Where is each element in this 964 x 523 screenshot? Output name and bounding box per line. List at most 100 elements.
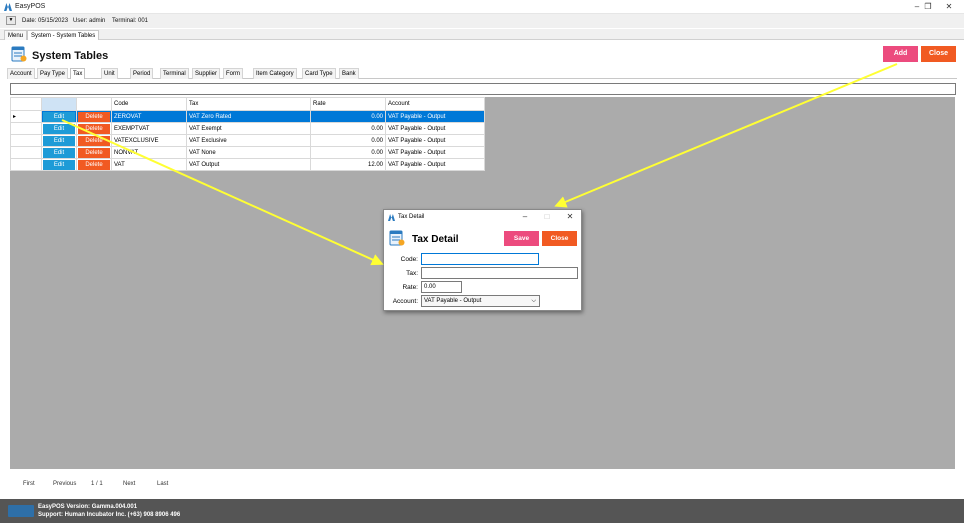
rate-input[interactable]: 0.00	[421, 281, 462, 293]
restore-icon[interactable]: ❐	[921, 1, 935, 13]
tab-terminal[interactable]: Terminal	[160, 68, 189, 79]
delete-button[interactable]: Delete	[78, 159, 110, 170]
cell-tax: VAT Exempt	[186, 122, 311, 135]
search-input[interactable]	[10, 83, 956, 95]
pager-page-indicator: 1 / 1	[91, 481, 103, 487]
tab-pay-type[interactable]: Pay Type	[37, 68, 68, 79]
row-header	[10, 146, 42, 159]
user-label: User: admin	[73, 18, 106, 24]
dialog-window-title: Tax Detail	[398, 214, 425, 220]
tax-input[interactable]	[421, 267, 578, 279]
close-icon[interactable]: ✕	[564, 212, 576, 221]
document-tab-strip	[0, 29, 964, 40]
dialog-close-button[interactable]: Close	[542, 231, 577, 246]
row-header	[10, 134, 42, 147]
account-label: Account:	[392, 298, 418, 305]
delete-button[interactable]: Delete	[78, 123, 110, 134]
edit-button[interactable]: Edit	[43, 159, 75, 170]
delete-button[interactable]: Delete	[78, 111, 110, 122]
cell-tax: VAT Output	[186, 158, 311, 171]
cell-rate: 0.00	[310, 146, 386, 159]
table-row[interactable]: Edit Delete VATEXCLUSIVE VAT Exclusive 0…	[10, 134, 485, 147]
close-button[interactable]: Close	[921, 46, 956, 62]
dialog-heading: Tax Detail	[412, 234, 459, 245]
cell-code: NONVAT	[111, 146, 187, 159]
table-document-icon	[389, 230, 405, 246]
chevron-down-icon: ⌵	[531, 298, 536, 304]
footer-support: Support: Human Incubator Inc. (+63) 908 …	[38, 512, 181, 518]
cell-rate: 0.00	[310, 110, 386, 123]
pager-previous[interactable]: Previous	[53, 481, 76, 487]
tab-unit[interactable]: Unit	[101, 68, 118, 79]
delete-column-header	[76, 97, 112, 111]
window-titlebar: EasyPOS – ❐ ✕	[0, 0, 964, 14]
column-header-tax[interactable]: Tax	[186, 97, 311, 111]
cell-account: VAT Payable - Output	[385, 146, 485, 159]
close-icon[interactable]: ✕	[942, 1, 956, 13]
cell-rate: 0.00	[310, 134, 386, 147]
column-header-rate[interactable]: Rate	[310, 97, 386, 111]
cell-account: VAT Payable - Output	[385, 110, 485, 123]
cell-account: VAT Payable - Output	[385, 134, 485, 147]
edit-column-header	[41, 97, 77, 111]
tab-period[interactable]: Period	[130, 68, 154, 79]
tab-tax[interactable]: Tax	[70, 68, 86, 79]
terminal-label: Terminal: 001	[112, 18, 149, 24]
tax-grid: Code Tax Rate Account ▸ Edit Delete ZERO…	[10, 97, 485, 171]
delete-button[interactable]: Delete	[78, 135, 110, 146]
pager-first[interactable]: First	[23, 481, 35, 487]
tab-bank[interactable]: Bank	[339, 68, 359, 79]
tab-card-type[interactable]: Card Type	[302, 68, 336, 79]
cell-rate: 12.00	[310, 158, 386, 171]
add-button[interactable]: Add	[883, 46, 918, 62]
minimize-icon[interactable]: –	[519, 212, 531, 221]
table-row[interactable]: Edit Delete NONVAT VAT None 0.00 VAT Pay…	[10, 146, 485, 159]
rate-label: Rate:	[402, 284, 418, 291]
tab-system-tables[interactable]: System - System Tables	[27, 30, 100, 40]
tab-supplier[interactable]: Supplier	[192, 68, 221, 79]
edit-button[interactable]: Edit	[43, 147, 75, 158]
menu-dropdown-button[interactable]: ▼	[6, 16, 16, 25]
status-footer	[0, 499, 964, 523]
easypos-logo-icon	[388, 214, 395, 221]
company-logo-icon	[8, 505, 34, 517]
account-select[interactable]: VAT Payable - Output ⌵	[421, 295, 540, 307]
cell-tax: VAT None	[186, 146, 311, 159]
cell-rate: 0.00	[310, 122, 386, 135]
row-header	[10, 158, 42, 171]
code-label: Code:	[400, 256, 418, 263]
tab-form[interactable]: Form	[223, 68, 243, 79]
tab-account[interactable]: Account	[7, 68, 35, 79]
cell-code: EXEMPTVAT	[111, 122, 187, 135]
delete-button[interactable]: Delete	[78, 147, 110, 158]
pager-next[interactable]: Next	[123, 481, 135, 487]
cell-tax: VAT Exclusive	[186, 134, 311, 147]
maximize-icon: □	[544, 212, 550, 221]
column-header-account[interactable]: Account	[385, 97, 485, 111]
tab-menu[interactable]: Menu	[4, 30, 28, 40]
easypos-logo-icon	[4, 3, 12, 11]
cell-code: VATEXCLUSIVE	[111, 134, 187, 147]
tab-item-category[interactable]: Item Category	[253, 68, 297, 79]
tax-label: Tax:	[406, 270, 418, 277]
edit-button[interactable]: Edit	[43, 123, 75, 134]
cell-code: ZEROVAT	[111, 110, 187, 123]
table-row[interactable]: ▸ Edit Delete ZEROVAT VAT Zero Rated 0.0…	[10, 110, 485, 123]
row-marker: ▸	[10, 110, 42, 123]
column-header-code[interactable]: Code	[111, 97, 187, 111]
tax-detail-dialog: Tax Detail – □ ✕ Tax Detail Save Close C…	[383, 209, 582, 311]
account-select-value: VAT Payable - Output	[424, 298, 482, 304]
cell-account: VAT Payable - Output	[385, 158, 485, 171]
dialog-titlebar: Tax Detail – □ ✕	[384, 210, 581, 224]
cell-account: VAT Payable - Output	[385, 122, 485, 135]
pager-last[interactable]: Last	[157, 481, 168, 487]
cell-code: VAT	[111, 158, 187, 171]
table-row[interactable]: Edit Delete EXEMPTVAT VAT Exempt 0.00 VA…	[10, 122, 485, 135]
code-input[interactable]	[421, 253, 539, 265]
cell-tax: VAT Zero Rated	[186, 110, 311, 123]
save-button[interactable]: Save	[504, 231, 539, 246]
edit-button[interactable]: Edit	[43, 111, 75, 122]
table-row[interactable]: Edit Delete VAT VAT Output 12.00 VAT Pay…	[10, 158, 485, 171]
date-label: Date: 05/15/2023	[22, 18, 69, 24]
edit-button[interactable]: Edit	[43, 135, 75, 146]
